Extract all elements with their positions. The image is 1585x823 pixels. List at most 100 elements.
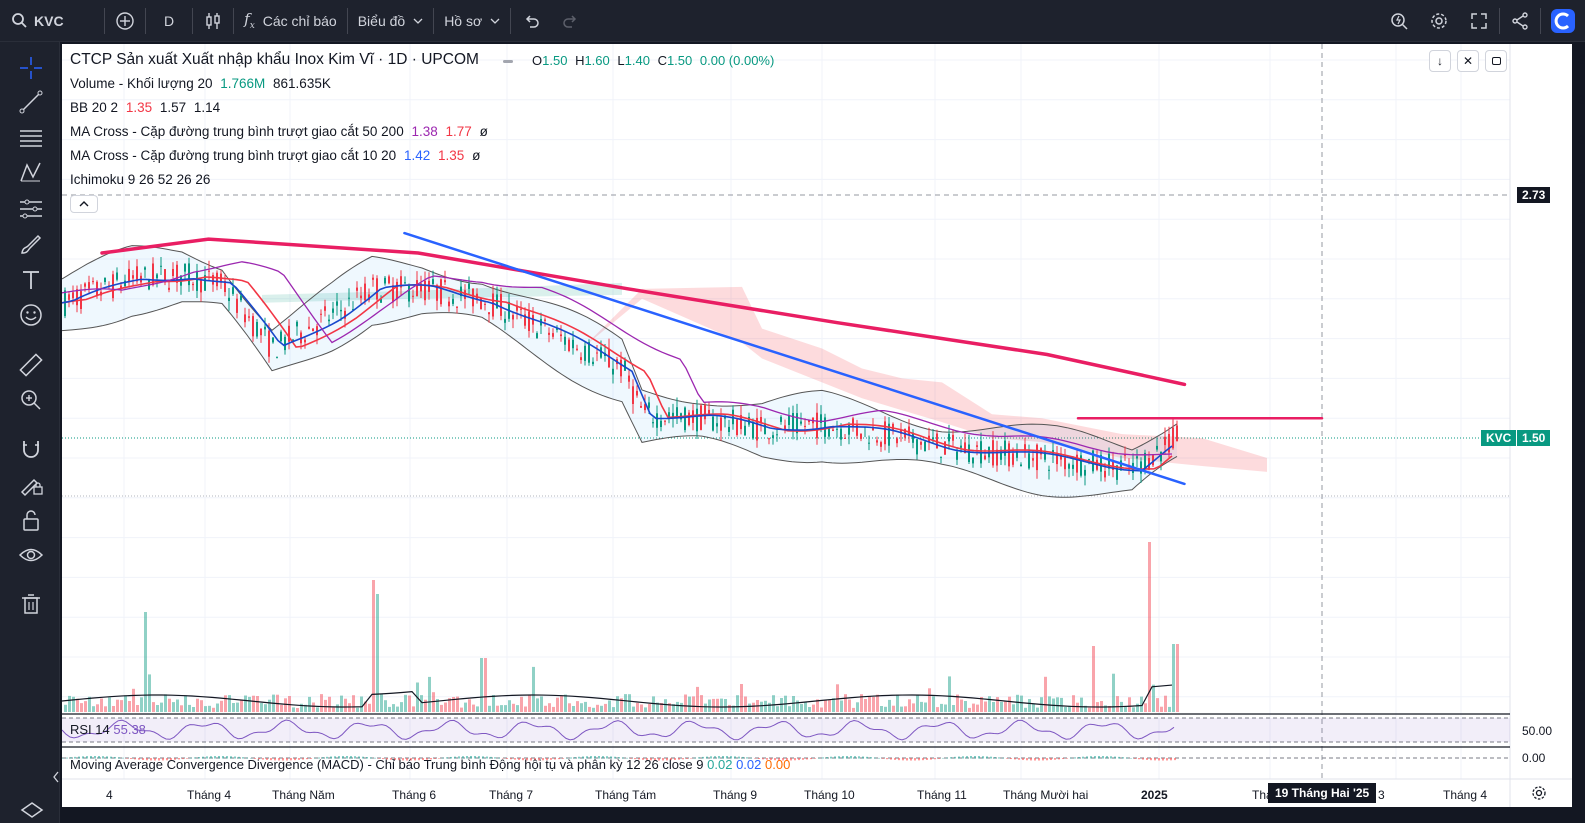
- pattern-icon[interactable]: [17, 159, 45, 187]
- legend-volume[interactable]: Volume - Khối lượng 20 1.766M 861.635K: [70, 76, 335, 91]
- gear-icon[interactable]: [1531, 785, 1547, 801]
- layout-menu-button[interactable]: Biểu đồ: [348, 0, 433, 42]
- volume-bar: [296, 708, 299, 712]
- candle-body: [328, 319, 330, 322]
- candle-body: [484, 303, 486, 305]
- chart-type-button[interactable]: [193, 0, 233, 42]
- candle-body: [192, 283, 194, 286]
- interval-button[interactable]: D: [146, 0, 192, 42]
- emoji-icon[interactable]: [17, 301, 45, 329]
- volume-bar: [116, 699, 119, 712]
- macd-axis-label: 0.00: [1522, 751, 1546, 765]
- volume-bar: [528, 695, 531, 712]
- legend-ma-cross-50-200[interactable]: MA Cross - Cặp đường trung bình trượt gi…: [70, 124, 492, 139]
- candle-body: [232, 287, 234, 294]
- candle-body: [972, 457, 974, 464]
- eye-icon[interactable]: [17, 541, 45, 569]
- volume-bar: [196, 698, 199, 712]
- macd-histogram-bar: [1150, 758, 1152, 761]
- candle-body: [504, 318, 506, 323]
- volume-bar: [604, 703, 607, 712]
- volume-bar: [596, 704, 599, 712]
- settings-button[interactable]: [1419, 0, 1459, 42]
- rsi-value: 55.38: [113, 722, 146, 737]
- volume-bar: [704, 703, 707, 712]
- quick-search-button[interactable]: [1379, 0, 1419, 42]
- macd-histogram-bar: [1154, 758, 1156, 761]
- volume-bar: [1152, 684, 1155, 712]
- price-axis-tick: 2.00: [1578, 331, 1585, 346]
- zoom-in-icon[interactable]: [17, 386, 45, 414]
- candle-body: [976, 445, 978, 447]
- macd-histogram-bar: [1018, 758, 1020, 760]
- candle-body: [804, 425, 806, 427]
- macd-histogram-bar: [910, 758, 912, 761]
- text-icon[interactable]: [17, 266, 45, 294]
- volume-bar: [608, 700, 611, 712]
- legend-bb[interactable]: BB 20 2 1.35 1.57 1.14: [70, 100, 224, 115]
- volume-bar: [128, 701, 131, 712]
- compare-symbol-button[interactable]: [105, 0, 145, 42]
- close-pane-button[interactable]: ✕: [1457, 50, 1479, 72]
- macd-histogram-bar: [918, 758, 920, 761]
- candle-body: [444, 280, 446, 283]
- volume-bar: [924, 702, 927, 712]
- legend-ichimoku[interactable]: Ichimoku 9 26 52 26 26: [70, 172, 214, 187]
- chevron-left-icon[interactable]: [52, 770, 60, 784]
- scroll-down-button[interactable]: ↓: [1429, 50, 1451, 72]
- candle-body: [324, 306, 326, 311]
- volume-bar: [1016, 694, 1019, 712]
- macd-histogram-bar: [834, 756, 836, 759]
- lock-drawing-icon[interactable]: [17, 470, 45, 498]
- crosshair-icon[interactable]: [17, 54, 45, 82]
- candle-body: [932, 437, 934, 440]
- trend-line-icon[interactable]: [17, 88, 45, 116]
- redo-button[interactable]: [551, 0, 591, 42]
- volume-bar: [740, 684, 743, 712]
- rsi-legend[interactable]: RSI 14 55.38: [70, 722, 146, 737]
- undo-button[interactable]: [511, 0, 551, 42]
- volume-bar: [1160, 706, 1163, 712]
- close-icon: ✕: [1462, 54, 1474, 68]
- candle-body: [1084, 469, 1086, 476]
- candle-body: [880, 442, 882, 447]
- unlock-icon[interactable]: [17, 506, 45, 534]
- volume-bar: [68, 695, 71, 712]
- macd-legend[interactable]: Moving Average Convergence Divergence (M…: [70, 757, 790, 772]
- macd-histogram-bar: [1090, 756, 1092, 759]
- volume-bar: [140, 697, 143, 712]
- open-value: 1.50: [542, 53, 568, 68]
- horizontal-lines-icon[interactable]: [17, 124, 45, 152]
- volume-bar: [692, 696, 695, 712]
- brush-icon[interactable]: [17, 230, 45, 258]
- layers-icon[interactable]: [20, 800, 44, 820]
- candle-body: [160, 265, 162, 267]
- candle-body: [64, 290, 66, 317]
- fullscreen-button[interactable]: [1459, 0, 1499, 42]
- rsi-axis-label: 50.00: [1522, 724, 1553, 738]
- volume-bar: [1176, 644, 1179, 712]
- chart-panel[interactable]: CTCP Sản xuất Xuất nhập khẩu Inox Kim Vĩ…: [62, 44, 1585, 807]
- volume-bar: [548, 703, 551, 712]
- candle-body: [208, 270, 210, 272]
- candle-body: [660, 420, 662, 427]
- volume-bar: [484, 658, 487, 712]
- magnet-icon[interactable]: [17, 435, 45, 463]
- macd-histogram-bar: [962, 756, 964, 759]
- candle-body: [384, 277, 386, 284]
- brand-logo-button[interactable]: [1541, 0, 1585, 42]
- macd-histogram-bar: [1030, 758, 1032, 761]
- collapse-legend-button[interactable]: [70, 195, 98, 213]
- trash-icon[interactable]: [17, 590, 45, 618]
- symbol-search-button[interactable]: KVC: [0, 0, 104, 42]
- legend-ma-cross-10-20[interactable]: MA Cross - Cặp đường trung bình trượt gi…: [70, 148, 484, 163]
- ruler-icon[interactable]: [17, 351, 45, 379]
- profile-menu-button[interactable]: Hồ sơ: [434, 0, 510, 42]
- share-button[interactable]: [1500, 0, 1540, 42]
- indicators-button[interactable]: fx Các chỉ báo: [234, 0, 347, 42]
- volume-bar: [1032, 703, 1035, 712]
- maximize-pane-button[interactable]: [1485, 50, 1507, 72]
- fib-settings-icon[interactable]: [17, 195, 45, 223]
- volume-bar: [1064, 707, 1067, 712]
- volume-bar: [720, 698, 723, 712]
